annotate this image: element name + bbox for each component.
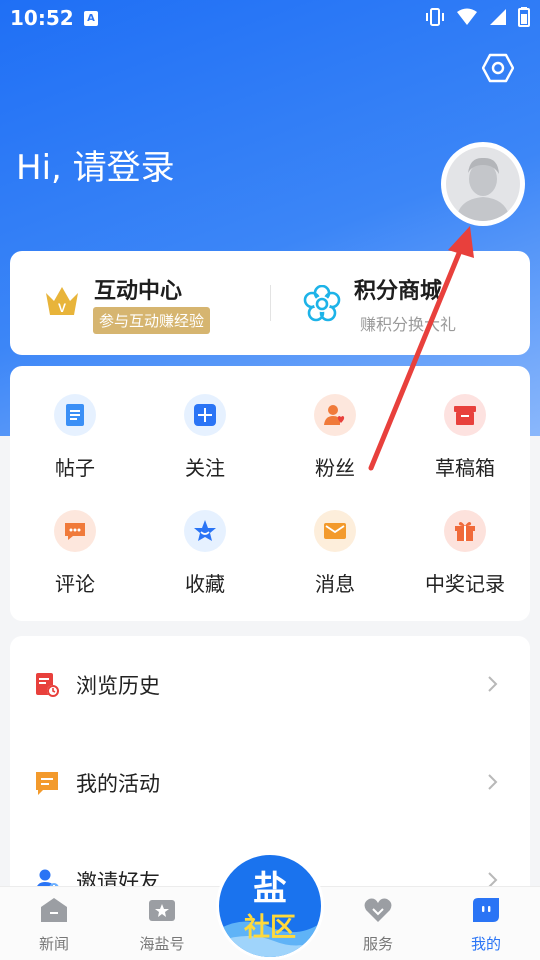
chevron-right-icon: [488, 774, 498, 790]
grid-item-follow[interactable]: 关注: [140, 366, 270, 480]
svg-text:V: V: [58, 301, 66, 315]
grid-label: 消息: [315, 572, 355, 596]
star-icon: [184, 510, 226, 552]
grid-item-drafts[interactable]: 草稿箱: [400, 366, 530, 480]
interaction-card: V 互动中心 参与互动赚经验 积分商城 赚积分换大礼: [10, 251, 530, 355]
yan-community-button[interactable]: 盐 社区: [216, 852, 324, 960]
grid-label: 草稿箱: [435, 456, 495, 480]
center-logo-line2: 社区: [243, 913, 296, 943]
grid-item-prize-records[interactable]: 中奖记录: [400, 482, 530, 596]
grid-label: 中奖记录: [425, 572, 505, 596]
tab-haiyan[interactable]: 海盐号: [112, 887, 212, 960]
center-logo-line1: 盐: [253, 869, 287, 909]
tab-label: 服务: [362, 935, 393, 953]
signal-icon: [490, 9, 506, 25]
tab-service[interactable]: 服务: [328, 887, 428, 960]
flower-icon: [303, 285, 341, 322]
news-icon: [41, 898, 67, 922]
fans-icon: [314, 394, 356, 436]
grid-item-messages[interactable]: 消息: [270, 482, 400, 596]
tab-label: 我的: [470, 935, 501, 953]
service-icon: [364, 898, 392, 922]
interaction-center-badge: 参与互动赚经验: [93, 307, 211, 334]
card-divider: [270, 285, 271, 321]
tab-mine[interactable]: 我的: [436, 887, 536, 960]
tab-news[interactable]: 新闻: [4, 887, 104, 960]
list-item-my-activities[interactable]: 我的活动: [10, 734, 530, 832]
vibrate-icon: [426, 8, 444, 26]
points-mall-subtitle: 赚积分换大礼: [360, 315, 457, 334]
default-avatar-icon: [456, 157, 510, 221]
list-label: 我的活动: [76, 772, 160, 796]
tab-label: 海盐号: [139, 935, 185, 953]
settings-icon[interactable]: [482, 52, 514, 84]
list-label: 浏览历史: [76, 674, 160, 698]
activity-icon: [36, 772, 58, 795]
drafts-icon: [444, 394, 486, 436]
grid-item-posts[interactable]: 帖子: [10, 366, 140, 480]
wifi-icon: [457, 8, 477, 25]
points-mall-title: 积分商城: [354, 279, 443, 304]
grid-label: 粉丝: [315, 456, 355, 480]
status-bar: 10:52 A: [0, 0, 540, 38]
gift-icon: [444, 510, 486, 552]
mine-icon: [473, 898, 499, 922]
battery-icon: [518, 7, 530, 27]
post-icon: [54, 394, 96, 436]
grid-label: 评论: [55, 572, 95, 596]
status-time: 10:52: [10, 6, 74, 30]
follow-plus-icon: [184, 394, 226, 436]
login-prompt[interactable]: Hi, 请登录: [16, 140, 175, 189]
interaction-center-title: 互动中心: [94, 279, 183, 304]
history-icon: [36, 673, 59, 697]
avatar[interactable]: [441, 142, 525, 226]
haiyan-icon: [149, 900, 175, 921]
grid-item-comments[interactable]: 评论: [10, 482, 140, 596]
grid-label: 收藏: [185, 572, 225, 596]
feature-grid: 帖子 关注 粉丝 草稿箱 评论 收藏 消息 中奖记录: [10, 366, 530, 621]
chevron-right-icon: [488, 676, 498, 692]
tab-label: 新闻: [38, 935, 69, 953]
comment-icon: [54, 510, 96, 552]
notification-badge-icon: A: [84, 11, 98, 26]
message-icon: [314, 510, 356, 552]
crown-icon: V: [46, 287, 78, 315]
grid-item-favorites[interactable]: 收藏: [140, 482, 270, 596]
list-item-history[interactable]: 浏览历史: [10, 636, 530, 734]
grid-item-fans[interactable]: 粉丝: [270, 366, 400, 480]
grid-label: 帖子: [55, 456, 95, 480]
grid-label: 关注: [185, 456, 225, 480]
